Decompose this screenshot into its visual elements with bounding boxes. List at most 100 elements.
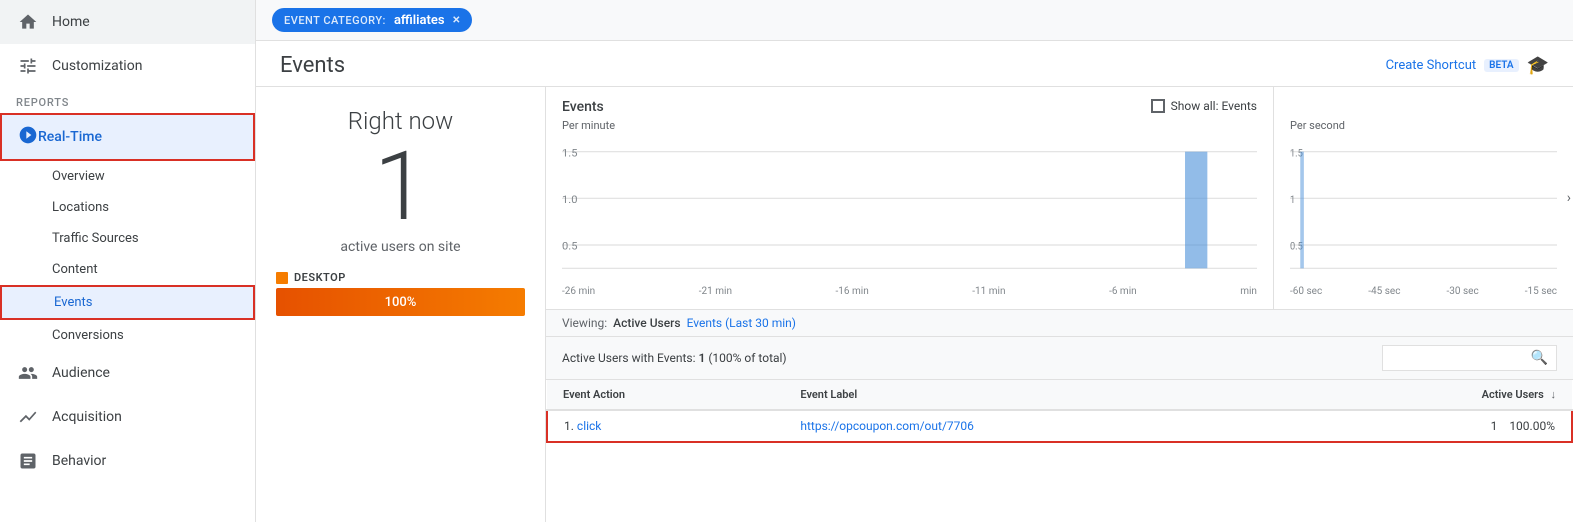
- charts-row: Events Show all: Events Per minute: [546, 87, 1573, 310]
- reports-section-label: REPORTS: [0, 88, 255, 113]
- content-label: Content: [52, 262, 98, 277]
- filter-chip-category: EVENT CATEGORY:: [284, 14, 386, 27]
- realtime-label: Real-Time: [38, 129, 102, 145]
- main-content: EVENT CATEGORY: affiliates × Events Crea…: [256, 0, 1573, 522]
- svg-text:1.5: 1.5: [562, 147, 577, 160]
- sidebar-item-audience[interactable]: Audience: [0, 351, 255, 395]
- active-count: 1: [374, 139, 427, 235]
- sidebar-item-traffic-sources[interactable]: Traffic Sources: [0, 223, 255, 254]
- row-users-pct: 100.00%: [1509, 419, 1555, 433]
- per-minute-chart-area: 1.5 1.0 0.5: [562, 140, 1257, 297]
- per-second-chart-area: 1.5 1 0.5 -60 sec -45 sec -30 sec -15 se…: [1290, 140, 1557, 297]
- row-active-users: 1 100.00%: [1303, 410, 1572, 442]
- table-header-row: Active Users with Events: 1 (100% of tot…: [546, 337, 1573, 380]
- sidebar-item-customization[interactable]: Customization: [0, 44, 255, 88]
- x-sec-label-1: -45 sec: [1368, 286, 1400, 297]
- table-row: 1. click https://opcoupon.com/out/7706 1…: [547, 410, 1572, 442]
- device-bar-container: 100%: [276, 288, 525, 316]
- device-bar: 100%: [276, 288, 525, 316]
- page-header: Events Create Shortcut BETA 🎓: [256, 41, 1573, 87]
- x-label-5: min: [1240, 286, 1257, 297]
- realtime-icon: [18, 125, 38, 149]
- home-label: Home: [52, 14, 90, 30]
- table-header-row-cols: Event Action Event Label Active Users ↓: [547, 380, 1572, 410]
- search-input[interactable]: [1391, 351, 1531, 365]
- col-header-event-label: Event Label: [784, 380, 1303, 410]
- viewing-label: Viewing:: [562, 316, 607, 330]
- conversions-label: Conversions: [52, 328, 124, 343]
- x-sec-label-2: -30 sec: [1447, 286, 1479, 297]
- create-shortcut-link[interactable]: Create Shortcut: [1386, 58, 1477, 73]
- device-dot: [276, 272, 288, 284]
- row-users-count: 1: [1491, 419, 1498, 433]
- summary-percent: (100% of total): [708, 351, 786, 365]
- audience-icon: [16, 361, 40, 385]
- x-label-3: -11 min: [972, 286, 1005, 297]
- x-sec-label-0: -60 sec: [1290, 286, 1322, 297]
- customization-label: Customization: [52, 58, 142, 74]
- chevron-right-icon[interactable]: ›: [1567, 190, 1571, 206]
- sidebar-item-locations[interactable]: Locations: [0, 192, 255, 223]
- behavior-label: Behavior: [52, 453, 106, 469]
- search-icon[interactable]: 🔍: [1531, 350, 1548, 366]
- mortarboard-icon: 🎓: [1527, 55, 1549, 76]
- filter-bar: EVENT CATEGORY: affiliates ×: [256, 0, 1573, 41]
- row-event-label[interactable]: https://opcoupon.com/out/7706: [784, 410, 1303, 442]
- summary-prefix: Active Users with Events:: [562, 351, 695, 365]
- home-icon: [16, 10, 40, 34]
- behavior-icon: [16, 449, 40, 473]
- acquisition-icon: [16, 405, 40, 429]
- sidebar-item-overview[interactable]: Overview: [0, 161, 255, 192]
- show-all-row: Show all: Events: [1151, 99, 1257, 113]
- filter-chip-close[interactable]: ×: [453, 12, 460, 28]
- acquisition-label: Acquisition: [52, 409, 122, 425]
- overview-label: Overview: [52, 169, 105, 184]
- x-label-0: -26 min: [562, 286, 595, 297]
- events-label: Events: [54, 295, 92, 310]
- sidebar-item-conversions[interactable]: Conversions: [0, 320, 255, 351]
- device-section: DESKTOP 100%: [276, 271, 525, 316]
- sidebar-item-realtime[interactable]: Real-Time: [0, 113, 255, 161]
- filter-chip-value: affiliates: [394, 13, 445, 28]
- device-percentage: 100%: [385, 295, 417, 310]
- per-minute-svg: 1.5 1.0 0.5: [562, 140, 1257, 280]
- x-label-1: -21 min: [699, 286, 732, 297]
- x-label-4: -6 min: [1109, 286, 1137, 297]
- per-second-chart-section: › Per second 1.5 1 0.5: [1273, 87, 1573, 309]
- device-label-row: DESKTOP: [276, 271, 525, 284]
- sidebar: Home Customization REPORTS Real-Time Ove…: [0, 0, 256, 522]
- header-right: Create Shortcut BETA 🎓: [1386, 55, 1549, 76]
- row-index-val: 1.: [564, 419, 574, 433]
- active-users-summary: Active Users with Events: 1 (100% of tot…: [562, 351, 787, 365]
- sidebar-item-events[interactable]: Events: [0, 285, 255, 320]
- sidebar-item-home[interactable]: Home: [0, 0, 255, 44]
- viewing-events-link[interactable]: Events (Last 30 min): [687, 316, 796, 330]
- per-second-subtitle: Per second: [1290, 119, 1557, 132]
- per-minute-chart-section: Events Show all: Events Per minute: [546, 87, 1273, 309]
- beta-badge: BETA: [1484, 59, 1518, 72]
- per-minute-subtitle: Per minute: [562, 119, 1257, 132]
- chart-main-title: Events: [562, 99, 604, 115]
- svg-text:1: 1: [1290, 195, 1295, 207]
- sidebar-item-content[interactable]: Content: [0, 254, 255, 285]
- event-action-val[interactable]: click: [577, 419, 601, 433]
- viewing-row: Viewing: Active Users Events (Last 30 mi…: [546, 310, 1573, 337]
- search-box[interactable]: 🔍: [1382, 345, 1557, 371]
- row-index: 1. click: [547, 410, 784, 442]
- svg-text:0.5: 0.5: [562, 240, 577, 253]
- page-title: Events: [280, 53, 345, 78]
- sort-icon: ↓: [1551, 388, 1557, 401]
- per-minute-x-labels: -26 min -21 min -16 min -11 min -6 min m…: [562, 286, 1257, 297]
- content-area: Right now 1 active users on site DESKTOP…: [256, 87, 1573, 522]
- data-table: Event Action Event Label Active Users ↓: [546, 380, 1573, 443]
- x-label-2: -16 min: [836, 286, 869, 297]
- chart-title-row: Events Show all: Events: [562, 99, 1257, 115]
- show-all-checkbox[interactable]: [1151, 99, 1165, 113]
- active-users-label: active users on site: [340, 239, 460, 255]
- sidebar-item-acquisition[interactable]: Acquisition: [0, 395, 255, 439]
- audience-label: Audience: [52, 365, 110, 381]
- sidebar-item-behavior[interactable]: Behavior: [0, 439, 255, 483]
- right-panel: Events Show all: Events Per minute: [546, 87, 1573, 522]
- x-sec-label-3: -15 sec: [1525, 286, 1557, 297]
- per-second-svg: 1.5 1 0.5: [1290, 140, 1557, 280]
